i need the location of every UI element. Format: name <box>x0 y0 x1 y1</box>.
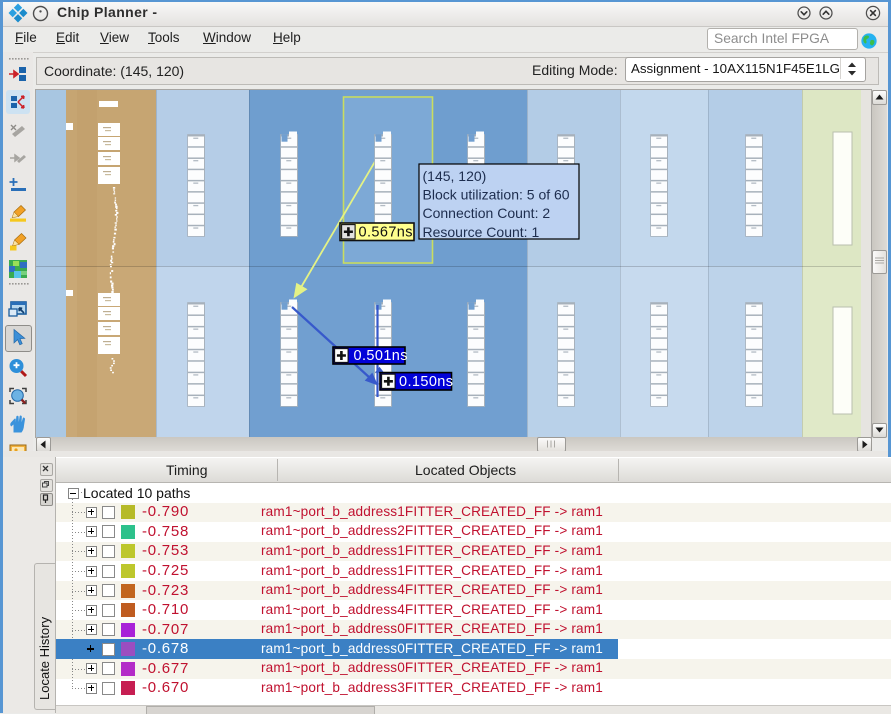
svg-text:Block utilization: 5 of 60: Block utilization: 5 of 60 <box>423 187 570 203</box>
svg-text:0.150ns: 0.150ns <box>399 374 453 390</box>
svg-text:0.501ns: 0.501ns <box>354 348 408 364</box>
svg-text:Resource Count: 1: Resource Count: 1 <box>423 224 540 240</box>
svg-text:0.567ns: 0.567ns <box>359 225 413 241</box>
svg-text:Connection Count: 2: Connection Count: 2 <box>423 205 551 221</box>
svg-text:(145, 120): (145, 120) <box>423 168 487 184</box>
